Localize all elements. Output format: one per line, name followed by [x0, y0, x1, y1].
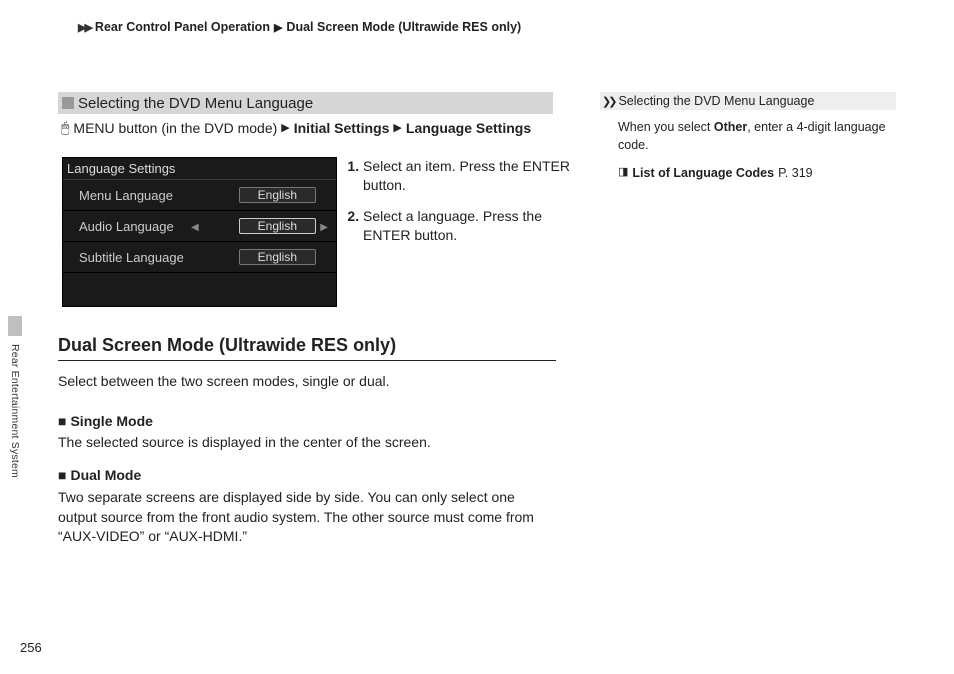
right-sidebar-heading-text: Selecting the DVD Menu Language: [618, 94, 814, 108]
breadcrumb-separator-icon: ▶: [274, 21, 282, 34]
right-sidebar: ❯❯ Selecting the DVD Menu Language When …: [600, 92, 896, 182]
menu-path: 🖱 MENU button (in the DVD mode) ▶ Initia…: [61, 119, 561, 136]
section-heading-bar: Selecting the DVD Menu Language: [58, 92, 553, 114]
screenshot-row-label: Menu Language: [79, 188, 173, 203]
side-tab: Rear Entertainment System: [8, 316, 22, 491]
cross-reference-page: P. 319: [778, 164, 813, 182]
breadcrumb-item-1: Rear Control Panel Operation: [95, 20, 270, 34]
mouse-icon: 🖱: [61, 119, 69, 136]
page-number: 256: [20, 640, 42, 655]
right-sidebar-body: When you select Other, enter a 4-digit l…: [600, 110, 896, 182]
subsection-title-text: Dual Mode: [70, 467, 141, 483]
double-chevron-right-icon: ❯❯: [602, 95, 614, 108]
main-description: Select between the two screen modes, sin…: [58, 373, 556, 389]
screenshot-row-value: English: [239, 187, 316, 203]
cross-reference-link[interactable]: ◨ List of Language Codes P. 319: [618, 164, 896, 182]
screenshot-row-label: Subtitle Language: [79, 250, 184, 265]
triangle-right-icon: ▶: [393, 121, 401, 134]
subsection-single-mode-title: ■Single Mode: [58, 413, 556, 429]
menu-path-part-2: Initial Settings: [294, 120, 390, 136]
menu-path-part-1: MENU button (in the DVD mode): [73, 120, 277, 136]
step-2: Select a language. Press the ENTER butto…: [363, 207, 580, 245]
screenshot-header: Language Settings: [63, 158, 336, 180]
menu-path-part-3: Language Settings: [406, 120, 531, 136]
section-heading: Selecting the DVD Menu Language: [78, 95, 313, 112]
instruction-steps: Select an item. Press the ENTER button. …: [345, 157, 580, 257]
screenshot-row-menu-language: Menu Language English: [63, 180, 336, 211]
breadcrumb: ▶▶ Rear Control Panel Operation ▶ Dual S…: [78, 20, 521, 34]
black-square-icon: ■: [58, 467, 66, 483]
subsection-dual-mode-title: ■Dual Mode: [58, 467, 556, 483]
breadcrumb-item-2: Dual Screen Mode (Ultrawide RES only): [286, 20, 521, 34]
right-body-bold: Other: [714, 120, 747, 134]
subsection-single-mode-text: The selected source is displayed in the …: [58, 434, 556, 450]
screenshot-row-label: Audio Language: [79, 219, 174, 234]
side-tab-label: Rear Entertainment System: [9, 344, 21, 478]
triangle-left-icon: ◀: [191, 222, 199, 233]
right-sidebar-heading: ❯❯ Selecting the DVD Menu Language: [600, 92, 896, 110]
main-heading: Dual Screen Mode (Ultrawide RES only): [58, 335, 556, 361]
cross-reference-label: List of Language Codes: [632, 164, 774, 182]
screenshot-row-value: English: [239, 249, 316, 265]
breadcrumb-arrows-icon: ▶▶: [78, 21, 91, 34]
link-icon: ◨: [618, 165, 628, 181]
section-square-icon: [62, 97, 74, 109]
language-settings-screenshot: Language Settings Menu Language English …: [62, 157, 337, 307]
right-body-pre: When you select: [618, 120, 714, 134]
step-1: Select an item. Press the ENTER button.: [363, 157, 580, 195]
triangle-right-icon: ▶: [320, 222, 328, 233]
triangle-right-icon: ▶: [281, 121, 289, 134]
subsection-dual-mode-text: Two separate screens are displayed side …: [58, 488, 556, 547]
black-square-icon: ■: [58, 413, 66, 429]
subsection-title-text: Single Mode: [70, 413, 152, 429]
side-tab-marker: [8, 316, 22, 336]
screenshot-row-subtitle-language: Subtitle Language English: [63, 242, 336, 273]
screenshot-row-value: English: [239, 218, 316, 234]
screenshot-row-audio-language: Audio Language ◀ English ▶: [63, 211, 336, 242]
